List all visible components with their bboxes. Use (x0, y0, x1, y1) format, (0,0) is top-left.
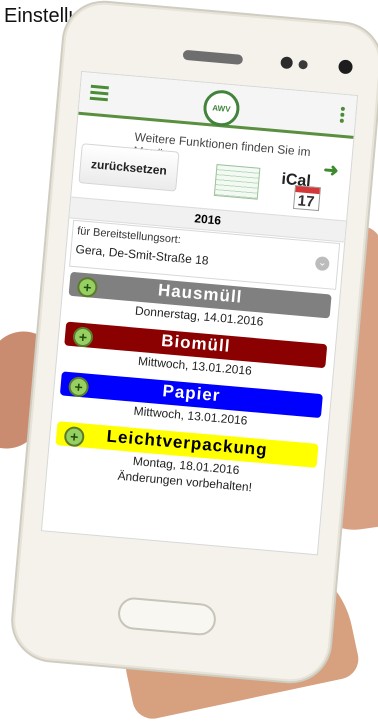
home-button[interactable] (116, 596, 218, 637)
app-screen: AWV Weitere Funktionen finden Sie im Men… (40, 70, 359, 556)
speaker-grille (182, 49, 244, 65)
chevron-down-icon[interactable]: ⌄ (314, 256, 330, 272)
sensor-icon (298, 59, 308, 70)
ical-export-button[interactable]: iCal 17 (279, 171, 326, 215)
reset-button[interactable]: zurücksetzen (78, 143, 180, 192)
camera-icon (280, 56, 294, 70)
calendar-grid-icon[interactable] (213, 164, 261, 200)
phone-device: AWV Weitere Funktionen finden Sie im Men… (7, 0, 378, 687)
app-logo: AWV (201, 88, 241, 128)
settings-menu-icon[interactable] (339, 105, 347, 123)
app-header: AWV (78, 71, 358, 139)
front-camera-icon (337, 59, 354, 75)
location-value: Gera, De-Smit-Straße 18 (75, 242, 210, 268)
green-arrow-icon: ➜ (322, 159, 340, 181)
ical-date: 17 (296, 192, 316, 211)
menu-icon[interactable] (89, 84, 109, 102)
